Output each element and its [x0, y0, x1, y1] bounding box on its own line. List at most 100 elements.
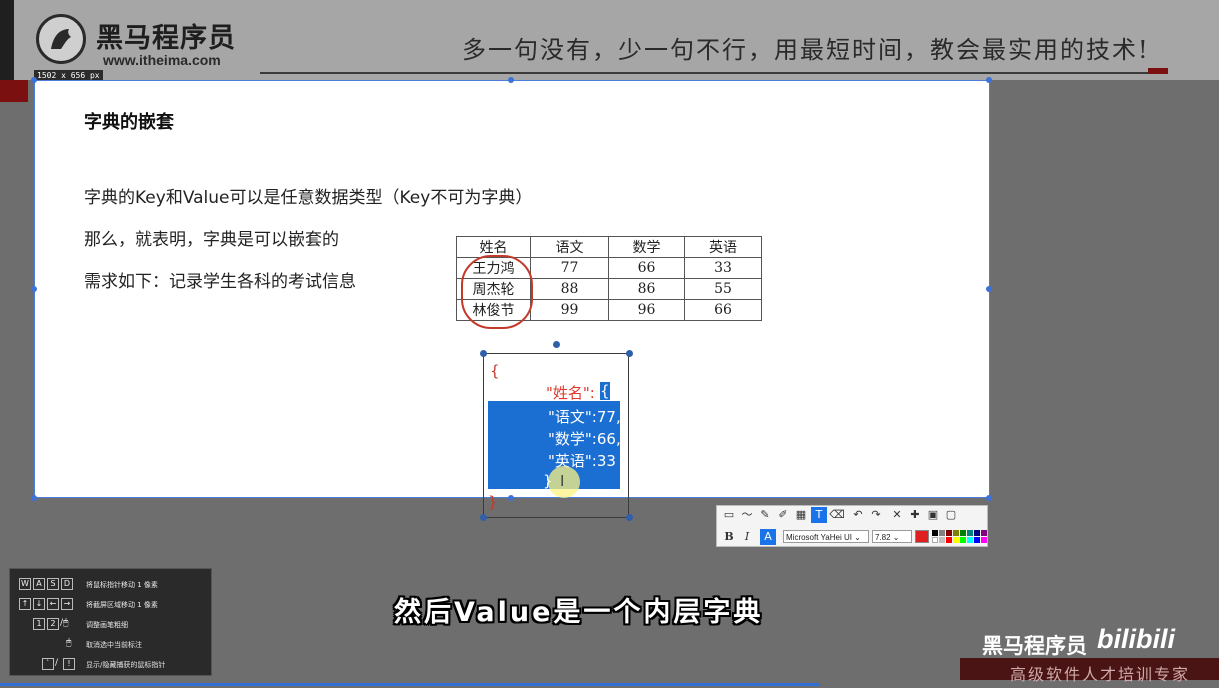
font-family-value: Microsoft YaHei UI [786, 533, 852, 542]
code-key-brace: { [600, 382, 610, 400]
table-cell: 66 [608, 257, 685, 279]
resize-handle-right[interactable] [986, 286, 992, 292]
color-swatch[interactable] [981, 530, 987, 536]
help-text: 取消选中当前标注 [86, 641, 142, 649]
color-swatch[interactable] [946, 537, 952, 543]
table-cell: 99 [530, 299, 609, 321]
table-cell: 66 [684, 299, 762, 321]
bold-button[interactable]: B [721, 529, 737, 545]
brand-tagline: 高级软件人才培训专家 [1010, 665, 1191, 684]
resize-handle-br[interactable] [986, 495, 992, 501]
code-line: "语文":77, [548, 408, 621, 426]
key-left: ← [47, 598, 59, 610]
video-subtitle: 然后Value是一个内层字典 [394, 597, 764, 628]
resize-handle-tl[interactable] [31, 77, 37, 83]
key-backtick: ` [42, 658, 54, 670]
help-text: 将截屏区域移动 1 像素 [86, 601, 158, 609]
color-swatch[interactable] [967, 537, 973, 543]
resize-handle-left[interactable] [31, 286, 37, 292]
color-swatch[interactable] [953, 537, 959, 543]
pen-tool-icon[interactable]: ✎ [757, 507, 773, 523]
current-color-swatch[interactable] [915, 530, 929, 543]
marker-tool-icon[interactable]: ✐ [775, 507, 791, 523]
key-up: ↑ [19, 598, 31, 610]
bilibili-logo: bilibili [1097, 624, 1175, 654]
eraser-tool-icon[interactable]: ⌫ [829, 507, 845, 523]
resize-handle-bl[interactable] [31, 495, 37, 501]
left-dark-bar [0, 0, 14, 80]
slogan: 多一句没有，少一句不行，用最短时间，教会最实用的技术! [462, 36, 1150, 64]
font-size-value: 7.82 [875, 533, 891, 542]
color-swatch[interactable] [974, 537, 980, 543]
horse-logo-icon [36, 14, 86, 64]
code-key-line: "姓名": [546, 384, 595, 402]
red-ellipse-annotation[interactable] [461, 255, 533, 329]
resize-handle-top[interactable] [508, 77, 514, 83]
slide-title: 字典的嵌套 [84, 112, 174, 133]
color-swatch[interactable] [960, 530, 966, 536]
table-header: 英语 [684, 236, 762, 258]
key-down: ↓ [33, 598, 45, 610]
key-right: → [61, 598, 73, 610]
key-w: W [19, 578, 31, 590]
table-header: 数学 [608, 236, 685, 258]
annotation-handle-tl[interactable] [480, 350, 487, 357]
annotation-handle-bl[interactable] [480, 514, 487, 521]
mosaic-tool-icon[interactable]: ▦ [793, 507, 809, 523]
annotation-handle-tr[interactable] [626, 350, 633, 357]
slide-line-3: 需求如下：记录学生各科的考试信息 [84, 272, 356, 292]
line-tool-icon[interactable]: 〜 [739, 507, 755, 523]
slide-line-2: 那么，就表明，字典是可以嵌套的 [84, 230, 339, 250]
code-inner-close: } [543, 472, 553, 490]
table-cell: 33 [684, 257, 762, 279]
resize-handle-tr[interactable] [986, 77, 992, 83]
table-cell: 77 [530, 257, 609, 279]
pin-icon[interactable]: ✚ [907, 507, 923, 523]
left-red-bar [0, 80, 28, 102]
rectangle-tool-icon[interactable]: ▭ [721, 507, 737, 523]
slide-line-1: 字典的Key和Value可以是任意数据类型（Key不可为字典） [84, 188, 533, 208]
table-cell: 88 [530, 278, 609, 300]
video-progress[interactable] [0, 683, 820, 686]
mouse-click-icon: 🖱 [66, 638, 72, 648]
header-rule [260, 72, 1168, 74]
save-icon[interactable]: ▣ [925, 507, 941, 523]
help-text: 将鼠标指针移动 1 像素 [86, 581, 158, 589]
key-exclaim: ! [63, 658, 75, 670]
color-swatch[interactable] [939, 530, 945, 536]
logo-text: 黑马程序员 [96, 23, 236, 54]
copy-icon[interactable]: ▢ [943, 507, 959, 523]
text-color-button[interactable]: A [760, 529, 776, 545]
italic-button[interactable]: I [739, 529, 755, 545]
table-cell: 86 [608, 278, 685, 300]
annotation-rotate-handle[interactable] [553, 341, 560, 348]
key-2: 2 [47, 618, 59, 630]
key-a: A [33, 578, 45, 590]
help-text: 显示/隐藏捕获的鼠标指针 [86, 661, 166, 669]
redo-icon[interactable]: ↷ [868, 507, 884, 523]
text-tool-icon[interactable]: T [811, 507, 827, 523]
mouse-wheel-icon: /🖱 [60, 618, 69, 628]
color-swatch[interactable] [974, 530, 980, 536]
logo-url: www.itheima.com [103, 52, 221, 68]
annotation-handle-br[interactable] [626, 514, 633, 521]
brand-name: 黑马程序员 [982, 634, 1087, 658]
color-swatch[interactable] [946, 530, 952, 536]
table-header: 语文 [530, 236, 609, 258]
color-swatch[interactable] [932, 537, 938, 543]
help-text: 调整画笔粗细 [86, 621, 128, 629]
color-swatch[interactable] [932, 530, 938, 536]
color-swatch[interactable] [939, 537, 945, 543]
color-swatch[interactable] [967, 530, 973, 536]
undo-icon[interactable]: ↶ [850, 507, 866, 523]
color-swatch[interactable] [960, 537, 966, 543]
code-open-brace: { [490, 362, 500, 380]
header-accent [1148, 68, 1168, 74]
font-family-select[interactable]: Microsoft YaHei UI ⌄ [783, 530, 869, 543]
code-outer-close: } [488, 493, 498, 511]
key-s: S [47, 578, 59, 590]
close-icon[interactable]: ✕ [889, 507, 905, 523]
color-swatch[interactable] [981, 537, 987, 543]
font-size-select[interactable]: 7.82 ⌄ [872, 530, 912, 543]
color-swatch[interactable] [953, 530, 959, 536]
